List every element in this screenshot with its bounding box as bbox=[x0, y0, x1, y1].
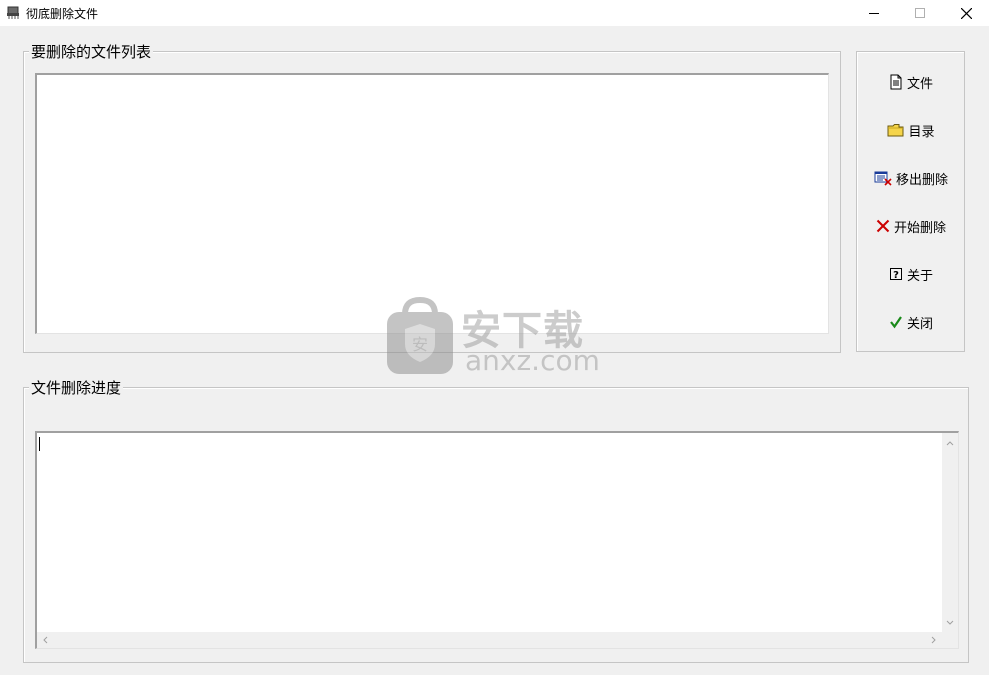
remove-list-icon bbox=[874, 171, 892, 186]
about-button[interactable]: ? 关于 bbox=[862, 260, 960, 288]
chevron-down-icon bbox=[946, 620, 954, 625]
add-file-label: 文件 bbox=[906, 76, 933, 92]
progress-log-box[interactable] bbox=[35, 431, 959, 649]
chevron-up-icon bbox=[946, 441, 954, 446]
remove-from-list-button[interactable]: 移出删除 bbox=[862, 164, 960, 192]
close-app-label: 关闭 bbox=[906, 316, 933, 332]
minimize-icon bbox=[869, 13, 879, 14]
scrollbar-corner bbox=[942, 632, 958, 648]
chevron-left-icon bbox=[43, 636, 48, 644]
start-delete-button[interactable]: 开始删除 bbox=[862, 212, 960, 240]
close-window-button[interactable] bbox=[943, 0, 989, 26]
scroll-down-button[interactable] bbox=[942, 615, 958, 631]
folder-icon bbox=[887, 124, 904, 137]
close-icon bbox=[960, 7, 972, 19]
maximize-button[interactable] bbox=[897, 0, 943, 26]
start-delete-label: 开始删除 bbox=[893, 220, 946, 236]
red-x-icon bbox=[876, 219, 890, 233]
close-app-button[interactable]: 关闭 bbox=[862, 308, 960, 336]
green-check-icon bbox=[890, 316, 902, 329]
scroll-up-button[interactable] bbox=[942, 435, 958, 451]
file-list-box[interactable] bbox=[35, 73, 829, 334]
add-directory-label: 目录 bbox=[908, 124, 935, 140]
remove-from-list-label: 移出删除 bbox=[895, 172, 948, 188]
title-bar[interactable]: 彻底删除文件 bbox=[0, 0, 989, 26]
add-directory-button[interactable]: 目录 bbox=[862, 116, 960, 144]
watermark-en-text: anxz.com bbox=[465, 344, 600, 377]
document-icon bbox=[890, 74, 902, 90]
file-list-group-label: 要删除的文件列表 bbox=[29, 43, 154, 61]
watermark: 安 安下载 anxz.com bbox=[385, 296, 605, 380]
about-label: 关于 bbox=[906, 268, 933, 284]
text-cursor bbox=[39, 437, 40, 451]
scroll-right-button[interactable] bbox=[926, 632, 942, 648]
minimize-button[interactable] bbox=[851, 0, 897, 26]
chevron-right-icon bbox=[931, 636, 936, 644]
horizontal-scrollbar[interactable] bbox=[37, 632, 942, 648]
shield-bag-icon: 安 bbox=[387, 296, 453, 374]
progress-group-label: 文件删除进度 bbox=[29, 379, 124, 397]
window-title: 彻底删除文件 bbox=[26, 7, 99, 21]
svg-text:安: 安 bbox=[412, 335, 428, 354]
action-button-panel bbox=[856, 51, 965, 352]
vertical-scrollbar[interactable] bbox=[942, 433, 958, 633]
svg-text:?: ? bbox=[893, 270, 899, 281]
scroll-left-button[interactable] bbox=[37, 632, 53, 648]
maximize-icon bbox=[915, 8, 925, 18]
add-file-button[interactable]: 文件 bbox=[862, 68, 960, 96]
help-icon: ? bbox=[889, 268, 902, 281]
shredder-app-icon bbox=[7, 6, 19, 19]
app-window: 彻底删除文件 要删除的文件列表 文件 目录 移出删除 开始删除 ? 关于 关闭 … bbox=[0, 0, 989, 675]
